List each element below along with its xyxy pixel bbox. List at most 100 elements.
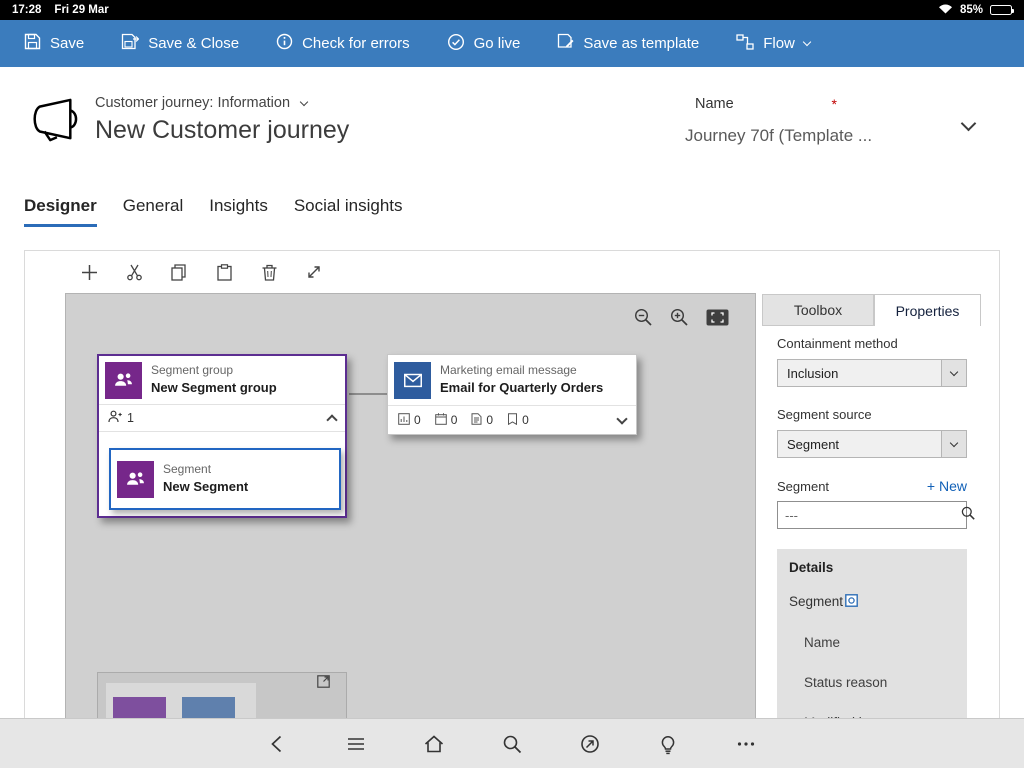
- menu-button[interactable]: [345, 733, 367, 755]
- screen: 17:28 Fri 29 Mar 85% Save Save & Close: [0, 0, 1024, 768]
- customer-journey-icon: [26, 98, 84, 147]
- tab-designer[interactable]: Designer: [24, 196, 97, 227]
- save-as-template-button[interactable]: Save as template: [557, 33, 699, 54]
- record-type-label: Customer journey: Information: [95, 95, 290, 111]
- minimap-segment-node: [113, 697, 166, 720]
- name-field-value[interactable]: Journey 70f (Template ...: [685, 126, 872, 146]
- delete-button[interactable]: [259, 262, 279, 282]
- quick-launch-button[interactable]: [579, 733, 601, 755]
- collapse-group-chevron-icon[interactable]: [326, 414, 337, 425]
- header-expand-chevron-icon[interactable]: [963, 116, 974, 134]
- segment-group-header[interactable]: Segment group New Segment group: [99, 356, 345, 405]
- containment-method-dropdown[interactable]: Inclusion: [777, 359, 967, 387]
- save-and-close-icon: [121, 33, 139, 54]
- save-as-template-icon: [557, 33, 574, 54]
- add-tile-button[interactable]: [79, 262, 99, 282]
- email-icon: [394, 362, 431, 399]
- properties-panel: Toolbox Properties Containment method In…: [762, 251, 999, 719]
- segment-source-dropdown-chevron-icon[interactable]: [941, 431, 966, 457]
- email-stat-2: 0: [435, 413, 458, 428]
- journey-canvas[interactable]: Segment group New Segment group 1: [65, 293, 756, 720]
- segment-tile-selected[interactable]: Segment New Segment: [109, 448, 341, 510]
- segment-group-tile[interactable]: Segment group New Segment group 1: [97, 354, 347, 518]
- containment-dropdown-chevron-icon[interactable]: [941, 360, 966, 386]
- save-and-close-button[interactable]: Save & Close: [121, 33, 239, 54]
- tab-insights[interactable]: Insights: [209, 196, 268, 227]
- flow-icon: [736, 34, 754, 54]
- segment-record-icon[interactable]: [845, 594, 858, 610]
- details-segment-label: Segment: [789, 594, 843, 609]
- containment-method-label: Containment method: [777, 336, 967, 351]
- expand-email-chevron-icon[interactable]: [616, 413, 627, 424]
- containment-method-value: Inclusion: [787, 366, 838, 381]
- save-label: Save: [50, 35, 84, 52]
- tile-connector-line: [349, 393, 387, 395]
- lookup-search-icon[interactable]: [961, 506, 975, 525]
- segment-search-input[interactable]: [785, 508, 961, 523]
- canvas-minimap[interactable]: [97, 672, 347, 719]
- email-type-label: Marketing email message: [440, 363, 603, 379]
- paste-button[interactable]: [214, 262, 234, 282]
- save-as-template-label: Save as template: [583, 35, 699, 52]
- details-status-reason-label: Status reason: [804, 675, 955, 690]
- zoom-out-button[interactable]: [634, 308, 652, 326]
- status-date: Fri 29 Mar: [54, 4, 108, 16]
- email-stat-3: 0: [471, 413, 493, 428]
- save-button[interactable]: Save: [24, 33, 84, 54]
- email-tile-header[interactable]: Marketing email message Email for Quarte…: [388, 355, 636, 406]
- minimap-email-node: [182, 697, 235, 720]
- zoom-controls: [634, 308, 729, 326]
- new-segment-link[interactable]: + New: [927, 478, 967, 494]
- segment-type-label: Segment: [163, 462, 248, 478]
- go-live-label: Go live: [474, 35, 521, 52]
- battery-percent: 85%: [960, 4, 983, 16]
- tab-properties[interactable]: Properties: [874, 294, 981, 326]
- segment-group-footer: 1: [99, 405, 345, 432]
- zoom-in-button[interactable]: [670, 308, 688, 326]
- back-button[interactable]: [267, 733, 289, 755]
- email-stat-calendar-icon: [435, 413, 447, 428]
- marketing-email-tile[interactable]: Marketing email message Email for Quarte…: [387, 354, 637, 435]
- flow-button[interactable]: Flow: [736, 34, 810, 54]
- record-type-selector[interactable]: Customer journey: Information: [95, 95, 307, 111]
- details-title: Details: [789, 560, 955, 575]
- segment-lookup-label: Segment: [777, 479, 829, 494]
- save-and-close-label: Save & Close: [148, 35, 239, 52]
- email-stat-4: 0: [507, 413, 529, 428]
- tab-general[interactable]: General: [123, 196, 183, 227]
- insights-bulb-button[interactable]: [657, 733, 679, 755]
- check-for-errors-button[interactable]: Check for errors: [276, 33, 410, 54]
- cut-button[interactable]: [124, 262, 144, 282]
- go-live-button[interactable]: Go live: [447, 33, 521, 55]
- panel-body: Containment method Inclusion Segment sou…: [777, 326, 967, 727]
- expand-canvas-button[interactable]: [304, 262, 324, 282]
- copy-button[interactable]: [169, 262, 189, 282]
- fit-to-screen-button[interactable]: [706, 309, 729, 326]
- panel-tabs: Toolbox Properties: [762, 294, 981, 326]
- home-button[interactable]: [423, 733, 445, 755]
- flow-label: Flow: [763, 35, 795, 52]
- info-circle-icon: [276, 33, 293, 54]
- segment-icon: [117, 461, 154, 498]
- email-name: Email for Quarterly Orders: [440, 379, 603, 397]
- tab-toolbox[interactable]: Toolbox: [762, 294, 874, 326]
- form-tabs: Designer General Insights Social insight…: [24, 196, 403, 227]
- segment-search-box: [777, 501, 967, 529]
- tab-social-insights[interactable]: Social insights: [294, 196, 403, 227]
- save-icon: [24, 33, 41, 54]
- segment-source-dropdown[interactable]: Segment: [777, 430, 967, 458]
- battery-icon: [990, 5, 1012, 15]
- segment-source-label: Segment source: [777, 407, 967, 422]
- email-stat-1: 0: [398, 413, 421, 428]
- more-button[interactable]: [735, 733, 757, 755]
- email-stat-page-icon: [507, 413, 518, 428]
- status-time: 17:28: [12, 4, 41, 16]
- page-title: New Customer journey: [95, 116, 349, 145]
- segment-group-type-label: Segment group: [151, 363, 277, 379]
- minimap-expand-icon[interactable]: [317, 675, 330, 688]
- email-stat-document-icon: [471, 413, 482, 428]
- ios-status-bar: 17:28 Fri 29 Mar 85%: [0, 0, 1024, 20]
- search-button[interactable]: [501, 733, 523, 755]
- required-asterisk: *: [832, 96, 837, 112]
- details-card: Details Segment Name Status reason Modif…: [777, 549, 967, 727]
